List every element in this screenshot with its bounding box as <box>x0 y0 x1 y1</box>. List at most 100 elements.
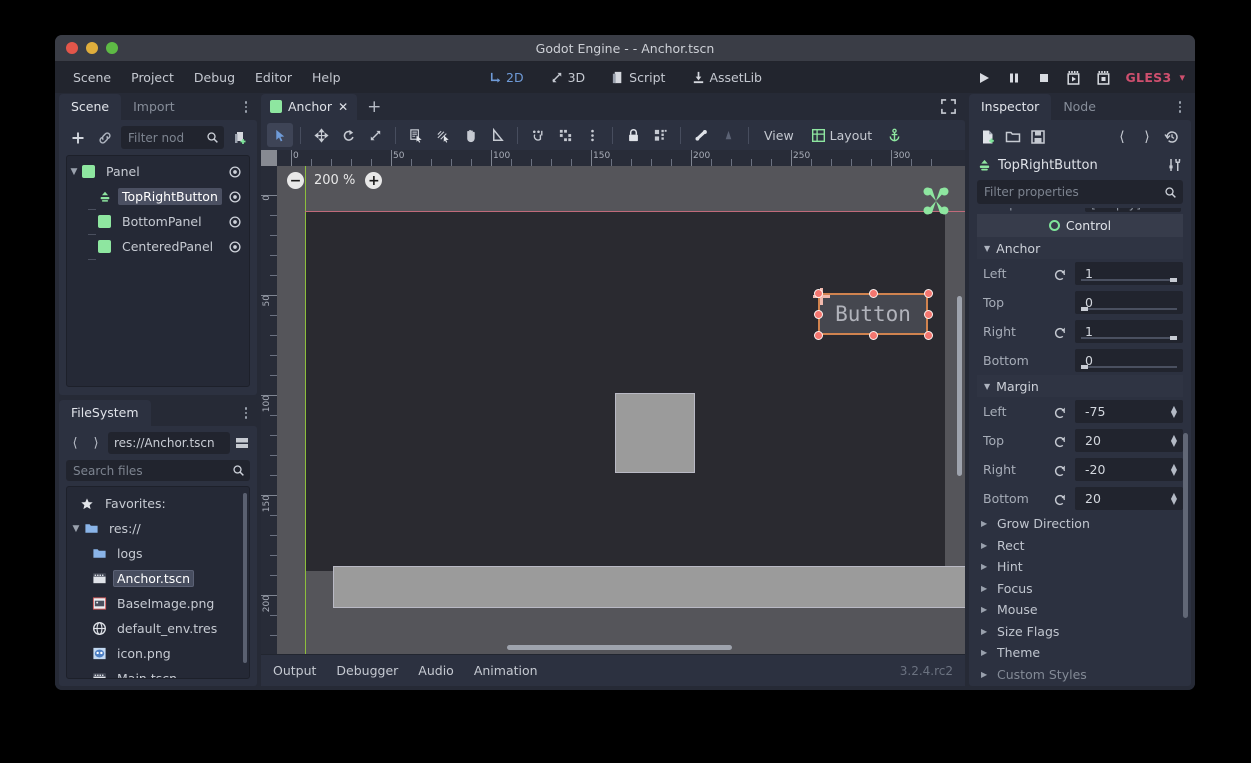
tab-script[interactable]: Script <box>605 67 671 88</box>
tab-filesystem[interactable]: FileSystem <box>59 400 151 426</box>
property-value-field[interactable]: 0 <box>1075 349 1183 372</box>
tree-item-panel[interactable]: ▼ Panel <box>67 159 249 184</box>
select-mode-tool[interactable] <box>267 123 293 147</box>
inspector-scrollbar[interactable] <box>1183 433 1188 618</box>
expand-caret-icon[interactable]: ▼ <box>69 524 83 534</box>
history-clock-icon[interactable] <box>1161 126 1183 148</box>
scene-tree[interactable]: ▼ Panel <box>66 155 250 387</box>
section-anchor[interactable]: ▼ Anchor <box>977 237 1183 259</box>
search-files-input[interactable] <box>66 460 250 481</box>
fs-item-default-env-tres[interactable]: default_env.tres <box>67 616 249 641</box>
new-resource-button[interactable] <box>977 126 999 148</box>
pan-mode-tool[interactable] <box>457 123 483 147</box>
distraction-free-mode-icon[interactable] <box>940 98 957 115</box>
value-slider-track[interactable] <box>1081 366 1177 368</box>
resize-handle-top-center[interactable] <box>869 289 878 298</box>
property-margin-top[interactable]: Top 20 ▲▼ <box>969 426 1191 455</box>
tab-scene[interactable]: Scene <box>59 94 121 120</box>
revert-icon[interactable] <box>1051 323 1069 341</box>
viewport-horizontal-scrollbar[interactable] <box>507 645 732 650</box>
stop-button[interactable] <box>1032 67 1056 89</box>
menu-editor[interactable]: Editor <box>245 66 302 89</box>
canvas-viewport[interactable]: − 200 % + Button <box>277 166 965 654</box>
search-files-field[interactable] <box>73 464 232 478</box>
centered-panel-node[interactable] <box>615 393 695 473</box>
revert-icon[interactable] <box>1051 490 1069 508</box>
value-stepper[interactable]: ▲▼ <box>1171 406 1177 417</box>
section-rect[interactable]: ▶ Rect <box>969 535 1191 557</box>
property-anchor-right[interactable]: Right 1 <box>969 317 1191 346</box>
property-value-field[interactable]: 0 <box>1075 291 1183 314</box>
tab-3d[interactable]: 3D <box>544 67 592 88</box>
tab-node[interactable]: Node <box>1051 94 1108 120</box>
visibility-eye-icon[interactable] <box>227 164 243 180</box>
snap-grid-tool[interactable] <box>552 123 578 147</box>
property-margin-right[interactable]: Right -20 ▲▼ <box>969 455 1191 484</box>
resize-handle-bottom-right[interactable] <box>924 331 933 340</box>
view-menu-button[interactable]: View <box>756 124 802 147</box>
inspector-dock-menu-icon[interactable] <box>1173 98 1187 116</box>
history-prev-button[interactable]: ⟨ <box>1111 126 1133 148</box>
renderer-label[interactable]: GLES3 <box>1126 70 1172 85</box>
menu-project[interactable]: Project <box>121 66 184 89</box>
property-value-field[interactable]: -75 ▲▼ <box>1075 400 1183 423</box>
section-size-flags[interactable]: ▶ Size Flags <box>969 621 1191 643</box>
section-hint[interactable]: ▶ Hint <box>969 556 1191 578</box>
property-value-field[interactable]: 1 <box>1075 320 1183 343</box>
object-tools-icon[interactable] <box>1167 157 1183 173</box>
zoom-in-button[interactable]: + <box>365 172 382 189</box>
value-slider-knob[interactable] <box>1081 307 1088 311</box>
filter-nodes-field[interactable] <box>128 131 203 145</box>
section-grow-direction[interactable]: ▶ Grow Direction <box>969 513 1191 535</box>
value-stepper[interactable]: ▲▼ <box>1171 435 1177 446</box>
history-next-button[interactable]: ⟩ <box>1136 126 1158 148</box>
resize-handle-middle-right[interactable] <box>924 310 933 319</box>
value-slider-knob[interactable] <box>1170 278 1177 282</box>
zoom-out-button[interactable]: − <box>287 172 304 189</box>
rotate-mode-tool[interactable] <box>335 123 361 147</box>
property-margin-bottom[interactable]: Bottom 20 ▲▼ <box>969 484 1191 513</box>
bottom-panel-node[interactable] <box>333 566 965 608</box>
skeleton-tool[interactable] <box>715 123 741 147</box>
tree-item-toprightbutton[interactable]: TopRightButton <box>67 184 249 209</box>
revert-icon[interactable] <box>1051 265 1069 283</box>
section-theme[interactable]: ▶ Theme <box>969 642 1191 664</box>
fs-item-main-tscn[interactable]: Main.tscn <box>67 666 249 679</box>
scene-dock-menu-icon[interactable] <box>239 98 253 116</box>
tab-import[interactable]: Import <box>121 94 187 120</box>
play-scene-button[interactable] <box>1062 67 1086 89</box>
class-section-control[interactable]: Control <box>977 214 1183 237</box>
current-path-field[interactable]: res://Anchor.tscn <box>108 432 230 454</box>
value-slider-track[interactable] <box>1081 337 1177 339</box>
property-margin-left[interactable]: Left -75 ▲▼ <box>969 397 1191 426</box>
new-scene-tab-button[interactable]: + <box>357 94 391 120</box>
play-custom-scene-button[interactable] <box>1092 67 1116 89</box>
tab-2d[interactable]: 2D <box>482 67 530 88</box>
revert-icon[interactable] <box>1051 403 1069 421</box>
tree-item-centeredpanel[interactable]: CenteredPanel <box>67 234 249 259</box>
tab-assetlib[interactable]: AssetLib <box>685 67 768 88</box>
attach-script-button[interactable] <box>229 127 251 149</box>
expand-caret-icon[interactable]: ▼ <box>67 167 81 177</box>
anchor-handle-icon[interactable] <box>921 186 951 216</box>
value-slider-track[interactable] <box>1081 308 1177 310</box>
instance-scene-button[interactable] <box>94 127 116 149</box>
resize-handle-bottom-center[interactable] <box>869 331 878 340</box>
bottom-tab-audio[interactable]: Audio <box>418 663 454 678</box>
canvas-area[interactable]: 0 50 100 150 200 <box>261 150 965 654</box>
visibility-eye-icon[interactable] <box>227 239 243 255</box>
inspector-property-list[interactable]: Group [empty] Control ▼ Anchor <box>969 208 1191 682</box>
visibility-eye-icon[interactable] <box>227 214 243 230</box>
property-value-field[interactable]: 20 ▲▼ <box>1075 429 1183 452</box>
play-button[interactable] <box>972 67 996 89</box>
bone-tool[interactable] <box>688 123 714 147</box>
property-value-field[interactable]: -20 ▲▼ <box>1075 458 1183 481</box>
value-stepper[interactable]: ▲▼ <box>1171 493 1177 504</box>
toggle-snap-tool[interactable] <box>525 123 551 147</box>
property-anchor-left[interactable]: Left 1 <box>969 259 1191 288</box>
filter-properties-input[interactable] <box>977 180 1183 204</box>
property-value-field[interactable]: 1 <box>1075 262 1183 285</box>
button-node-on-canvas[interactable]: Button <box>818 293 928 335</box>
tab-inspector[interactable]: Inspector <box>969 94 1051 120</box>
smart-snap-tool[interactable] <box>430 123 456 147</box>
